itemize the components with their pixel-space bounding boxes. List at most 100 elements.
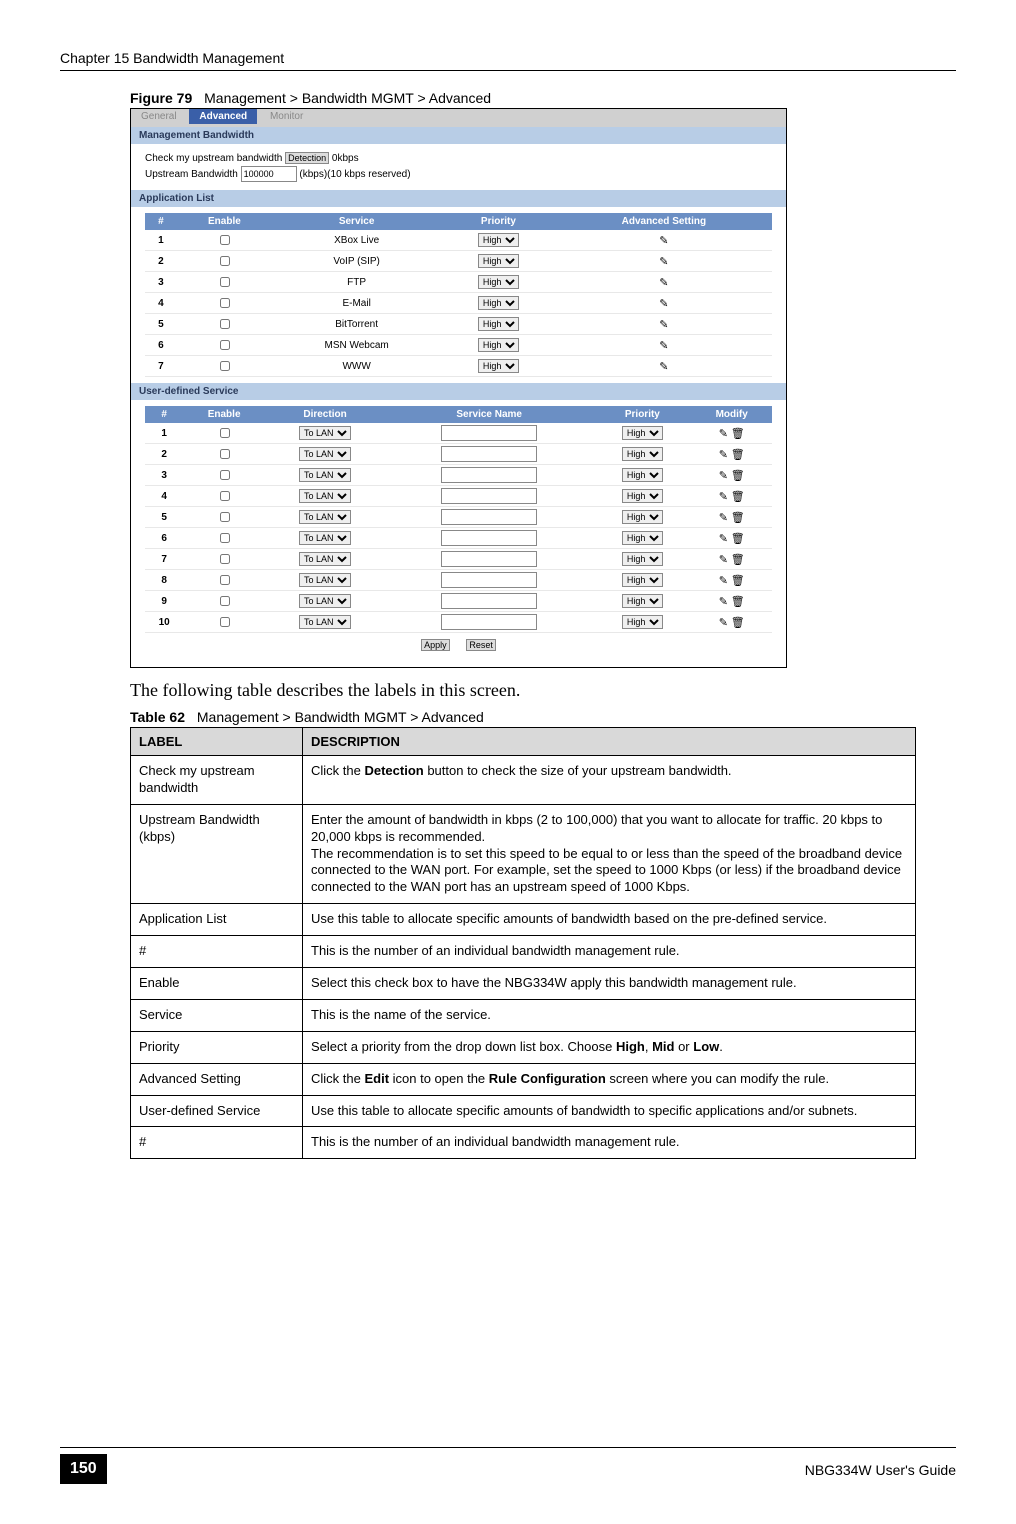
table-row: 7WWWHigh✎	[145, 356, 772, 377]
priority-select[interactable]: High	[622, 489, 663, 503]
service-name-input[interactable]	[441, 551, 537, 567]
direction-select[interactable]: To LAN	[299, 510, 351, 524]
desc-text-cell: Click the Edit icon to open the Rule Con…	[303, 1063, 916, 1095]
enable-checkbox[interactable]	[220, 361, 230, 371]
direction-select[interactable]: To LAN	[299, 489, 351, 503]
priority-select[interactable]: High	[478, 233, 519, 247]
edit-icon[interactable]: ✎	[719, 575, 728, 587]
priority-select[interactable]: High	[478, 275, 519, 289]
priority-select[interactable]: High	[478, 296, 519, 310]
desc-text-cell: Select a priority from the drop down lis…	[303, 1031, 916, 1063]
delete-icon[interactable]: 🗑	[731, 596, 745, 608]
enable-checkbox[interactable]	[220, 298, 230, 308]
delete-icon[interactable]: 🗑	[731, 617, 745, 629]
edit-icon[interactable]: ✎	[659, 340, 668, 352]
table-row: PrioritySelect a priority from the drop …	[131, 1031, 916, 1063]
priority-select[interactable]: High	[622, 594, 663, 608]
enable-checkbox[interactable]	[220, 596, 230, 606]
enable-checkbox[interactable]	[220, 235, 230, 245]
tab-advanced[interactable]: Advanced	[189, 109, 257, 124]
edit-icon[interactable]: ✎	[719, 491, 728, 503]
delete-icon[interactable]: 🗑	[731, 554, 745, 566]
priority-select[interactable]: High	[622, 552, 663, 566]
priority-select[interactable]: High	[478, 359, 519, 373]
desc-text-cell: Click the Detection button to check the …	[303, 756, 916, 805]
intro-text: The following table describes the labels…	[130, 680, 916, 701]
edit-icon[interactable]: ✎	[719, 470, 728, 482]
delete-icon[interactable]: 🗑	[731, 575, 745, 587]
edit-icon[interactable]: ✎	[719, 428, 728, 440]
service-name-input[interactable]	[441, 509, 537, 525]
delete-icon[interactable]: 🗑	[731, 512, 745, 524]
delete-icon[interactable]: 🗑	[731, 449, 745, 461]
edit-icon[interactable]: ✎	[719, 449, 728, 461]
enable-checkbox[interactable]	[220, 554, 230, 564]
enable-checkbox[interactable]	[220, 428, 230, 438]
check-upstream-label: Check my upstream bandwidth	[145, 153, 282, 164]
priority-select[interactable]: High	[622, 615, 663, 629]
enable-checkbox[interactable]	[220, 575, 230, 585]
detection-button[interactable]: Detection	[285, 152, 329, 164]
apply-button[interactable]: Apply	[421, 639, 450, 651]
direction-select[interactable]: To LAN	[299, 468, 351, 482]
service-name: BitTorrent	[272, 314, 441, 335]
edit-icon[interactable]: ✎	[659, 361, 668, 373]
priority-select[interactable]: High	[622, 531, 663, 545]
enable-checkbox[interactable]	[220, 533, 230, 543]
edit-icon[interactable]: ✎	[659, 256, 668, 268]
edit-icon[interactable]: ✎	[659, 277, 668, 289]
service-name-input[interactable]	[441, 593, 537, 609]
edit-icon[interactable]: ✎	[719, 533, 728, 545]
priority-select[interactable]: High	[478, 317, 519, 331]
service-name: E-Mail	[272, 293, 441, 314]
enable-checkbox[interactable]	[220, 617, 230, 627]
delete-icon[interactable]: 🗑	[731, 470, 745, 482]
reset-button[interactable]: Reset	[466, 639, 496, 651]
table-row: 6MSN WebcamHigh✎	[145, 335, 772, 356]
enable-checkbox[interactable]	[220, 449, 230, 459]
edit-icon[interactable]: ✎	[659, 235, 668, 247]
priority-select[interactable]: High	[478, 338, 519, 352]
direction-select[interactable]: To LAN	[299, 447, 351, 461]
priority-select[interactable]: High	[622, 447, 663, 461]
enable-checkbox[interactable]	[220, 512, 230, 522]
direction-select[interactable]: To LAN	[299, 573, 351, 587]
service-name-input[interactable]	[441, 446, 537, 462]
priority-select[interactable]: High	[622, 426, 663, 440]
enable-checkbox[interactable]	[220, 340, 230, 350]
edit-icon[interactable]: ✎	[719, 512, 728, 524]
priority-select[interactable]: High	[622, 468, 663, 482]
enable-checkbox[interactable]	[220, 319, 230, 329]
service-name-input[interactable]	[441, 467, 537, 483]
service-name-input[interactable]	[441, 614, 537, 630]
direction-select[interactable]: To LAN	[299, 531, 351, 545]
service-name-input[interactable]	[441, 572, 537, 588]
enable-checkbox[interactable]	[220, 491, 230, 501]
delete-icon[interactable]: 🗑	[731, 491, 745, 503]
direction-select[interactable]: To LAN	[299, 426, 351, 440]
tab-monitor[interactable]: Monitor	[260, 109, 313, 124]
delete-icon[interactable]: 🗑	[731, 428, 745, 440]
enable-checkbox[interactable]	[220, 256, 230, 266]
edit-icon[interactable]: ✎	[719, 596, 728, 608]
table-row: EnableSelect this check box to have the …	[131, 968, 916, 1000]
edit-icon[interactable]: ✎	[659, 298, 668, 310]
delete-icon[interactable]: 🗑	[731, 533, 745, 545]
edit-icon[interactable]: ✎	[659, 319, 668, 331]
edit-icon[interactable]: ✎	[719, 554, 728, 566]
priority-select[interactable]: High	[478, 254, 519, 268]
direction-select[interactable]: To LAN	[299, 594, 351, 608]
upstream-bw-input[interactable]	[241, 166, 297, 182]
service-name-input[interactable]	[441, 425, 537, 441]
priority-select[interactable]: High	[622, 510, 663, 524]
priority-select[interactable]: High	[622, 573, 663, 587]
enable-checkbox[interactable]	[220, 277, 230, 287]
service-name-input[interactable]	[441, 530, 537, 546]
enable-checkbox[interactable]	[220, 470, 230, 480]
tab-general[interactable]: General	[131, 109, 187, 124]
service-name-input[interactable]	[441, 488, 537, 504]
edit-icon[interactable]: ✎	[719, 617, 728, 629]
direction-select[interactable]: To LAN	[299, 615, 351, 629]
tabs-bar: General Advanced Monitor	[131, 109, 786, 127]
direction-select[interactable]: To LAN	[299, 552, 351, 566]
